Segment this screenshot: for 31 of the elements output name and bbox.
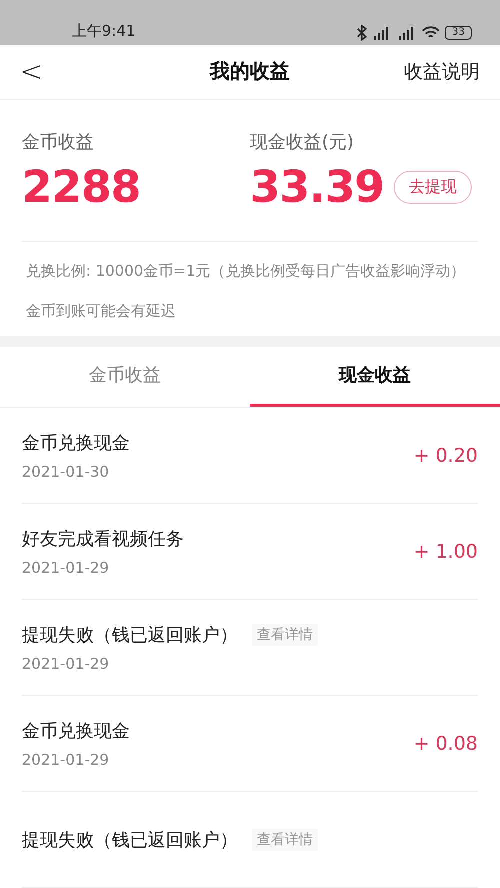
record-row[interactable]: 提现失败（钱已返回账户） 查看详情 2021-01-29: [22, 600, 478, 696]
bluetooth-icon: [357, 24, 368, 41]
withdraw-button[interactable]: 去提现: [394, 171, 472, 204]
status-time: 上午9:41: [72, 22, 136, 41]
cash-earnings-label: 现金收益(元): [250, 131, 354, 154]
coin-earnings-label: 金币收益: [22, 131, 94, 154]
cash-earnings-value: 33.39: [250, 162, 384, 214]
record-date: 2021-01-29: [22, 750, 110, 768]
back-button[interactable]: <: [20, 55, 44, 88]
record-row[interactable]: 好友完成看视频任务 2021-01-29 + 1.00: [22, 504, 478, 600]
battery-icon: 33: [445, 26, 472, 40]
record-row[interactable]: 金币兑换现金 2021-01-30 + 0.20: [22, 408, 478, 504]
earnings-info-link[interactable]: 收益说明: [404, 58, 480, 85]
record-amount: + 0.08: [414, 732, 478, 754]
record-date: 2021-01-29: [22, 654, 110, 672]
page-title: 我的收益: [210, 58, 290, 86]
wifi-icon: [422, 26, 440, 40]
record-date: 2021-01-30: [22, 462, 110, 480]
coin-earnings-value: 2288: [22, 162, 140, 214]
record-title: 好友完成看视频任务: [22, 528, 184, 550]
record-date: 2021-01-29: [22, 558, 110, 576]
record-title: 提现失败（钱已返回账户）: [22, 624, 238, 646]
record-row[interactable]: 提现失败（钱已返回账户） 查看详情: [22, 792, 478, 888]
record-amount: + 1.00: [414, 540, 478, 562]
record-title: 金币兑换现金: [22, 720, 130, 742]
record-row[interactable]: 金币兑换现金 2021-01-29 + 0.08: [22, 696, 478, 792]
record-title: 金币兑换现金: [22, 432, 130, 454]
note-text: 兑换比例: 10000金币=1元（兑换比例受每日广告收益影响浮动）: [26, 262, 467, 280]
record-title: 提现失败（钱已返回账户）: [22, 828, 238, 852]
record-amount: + 0.20: [414, 444, 478, 466]
note-text: 金币到账可能会有延迟: [26, 302, 177, 320]
